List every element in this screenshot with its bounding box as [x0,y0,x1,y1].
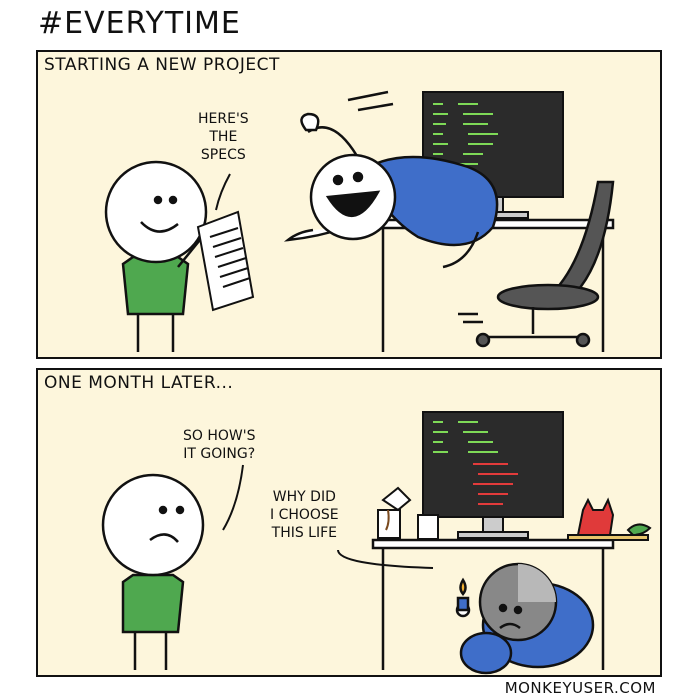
speech-line: SO HOW'S [183,428,256,444]
site-credit: MONKEYUSER.COM [504,679,656,697]
panel-illustration [104,90,615,352]
panel-one-month-later: ONE MONTH LATER... SO HOW'S IT GOING? WH… [36,368,662,677]
specs-paper [196,210,255,312]
manager-figure [104,160,209,352]
panel-starting-project: STARTING A NEW PROJECT HERE'S THE SPECS [36,50,662,359]
comic-title: #EVERYTIME [38,6,241,41]
developer-figure [455,562,595,675]
panel-illustration [101,411,652,675]
speech-line: THIS LIFE [271,525,338,541]
speech-bubble-developer: WHY DID I CHOOSE THIS LIFE [270,488,339,542]
speech-line: HERE'S [198,111,249,127]
speech-bubble-manager: SO HOW'S IT GOING? [183,427,255,463]
speech-line: SPECS [200,147,246,163]
speech-line: THE [209,129,238,145]
speech-line: IT GOING? [183,446,256,462]
speech-line: WHY DID [272,489,336,505]
speech-line: I CHOOSE [270,507,339,523]
manager-figure [101,473,205,670]
cat-figurine [567,497,652,541]
monitor [422,411,564,539]
speech-bubble-specs: HERE'S THE SPECS [198,110,249,164]
